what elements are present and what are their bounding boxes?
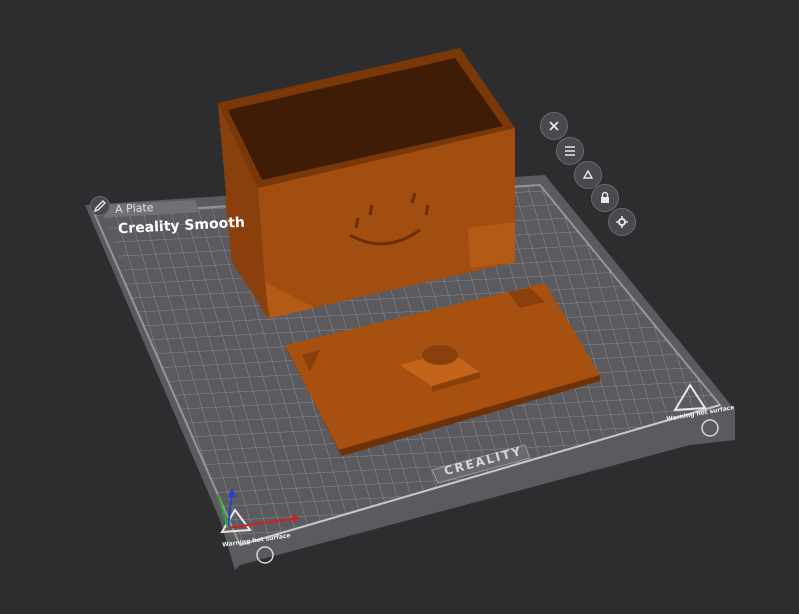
arrange-icon [565,146,575,156]
edit-plate-button[interactable] [90,196,110,216]
scene-canvas[interactable] [0,0,799,614]
arrange-button[interactable] [556,137,584,165]
3d-viewport[interactable]: A Plate Creality Smooth CREALITY Warning… [0,0,799,614]
close-icon [549,121,559,131]
lock-icon [601,191,609,203]
delete-plate-button[interactable] [540,112,568,140]
pencil-icon [93,200,106,213]
gear-icon [616,216,628,228]
plate-tab-label[interactable]: A Plate [115,201,154,216]
lock-button[interactable] [591,184,619,212]
orient-icon [582,169,594,179]
settings-button[interactable] [608,208,636,236]
